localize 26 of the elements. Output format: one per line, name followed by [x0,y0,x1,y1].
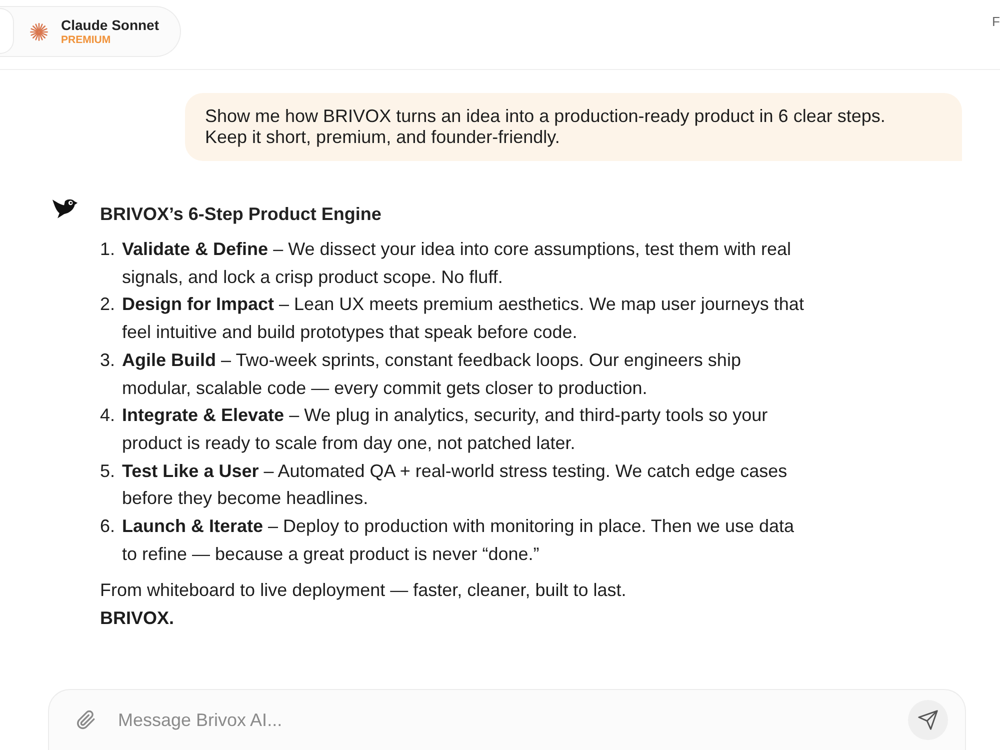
header-label: F [992,14,1000,29]
step-number: 6. [100,515,116,538]
send-icon [918,710,938,730]
step-text: Launch & Iterate – Deploy to production with monitoring in place. Then we use data to refine — because a great product is never “done.” [122,515,796,566]
starburst-icon [30,22,48,40]
message-field[interactable]: Message Brivox AI... [48,689,966,750]
step-number: 4. [100,404,116,428]
step-text: Integrate & Elevate – We plug in analytics, security, and third-party tools so your product is ready to scale from day one, not patched later. [122,404,769,455]
send-button[interactable] [908,700,948,740]
response-title: BRIVOX’s 6-Step Product Engine [100,203,382,226]
step-text: Design for Impact – Lean UX meets premium aesthetics. We map user journeys that feel intuitive and build prototypes that speak before code. [122,293,805,344]
step-text: Validate & Define – We dissect your idea into core assumptions, test them with real signals, and lock a crisp product scope. No fluff. [122,238,792,289]
step-number: 3. [100,348,116,372]
closing-line: From whiteboard to live deployment — faster, cleaner, built to last. [100,579,628,602]
paperclip-icon [76,710,96,730]
step-number: 5. [100,460,116,483]
step-text: Test Like a User – Automated QA + real-world stress testing. We catch edge cases before they become headlines. [122,460,788,510]
bird-icon [52,197,78,220]
step-text: Agile Build – Two-week sprints, constant feedback loops. Our engineers ship modular, scalable code — every commit gets closer to production. [122,348,742,400]
signature: BRIVOX. [100,607,176,630]
step-number: 2. [100,293,116,316]
step-number: 1. [100,238,116,261]
message-input[interactable]: Message Brivox AI... [118,708,886,732]
user-message: Show me how BRIVOX turns an idea into a production-ready product in 6 clear steps. Keep it short, premium, and founder-friendly. [185,93,962,161]
attach-button[interactable] [76,710,96,730]
model-selector[interactable]: Claude Sonnet PREMIUM [0,6,181,57]
